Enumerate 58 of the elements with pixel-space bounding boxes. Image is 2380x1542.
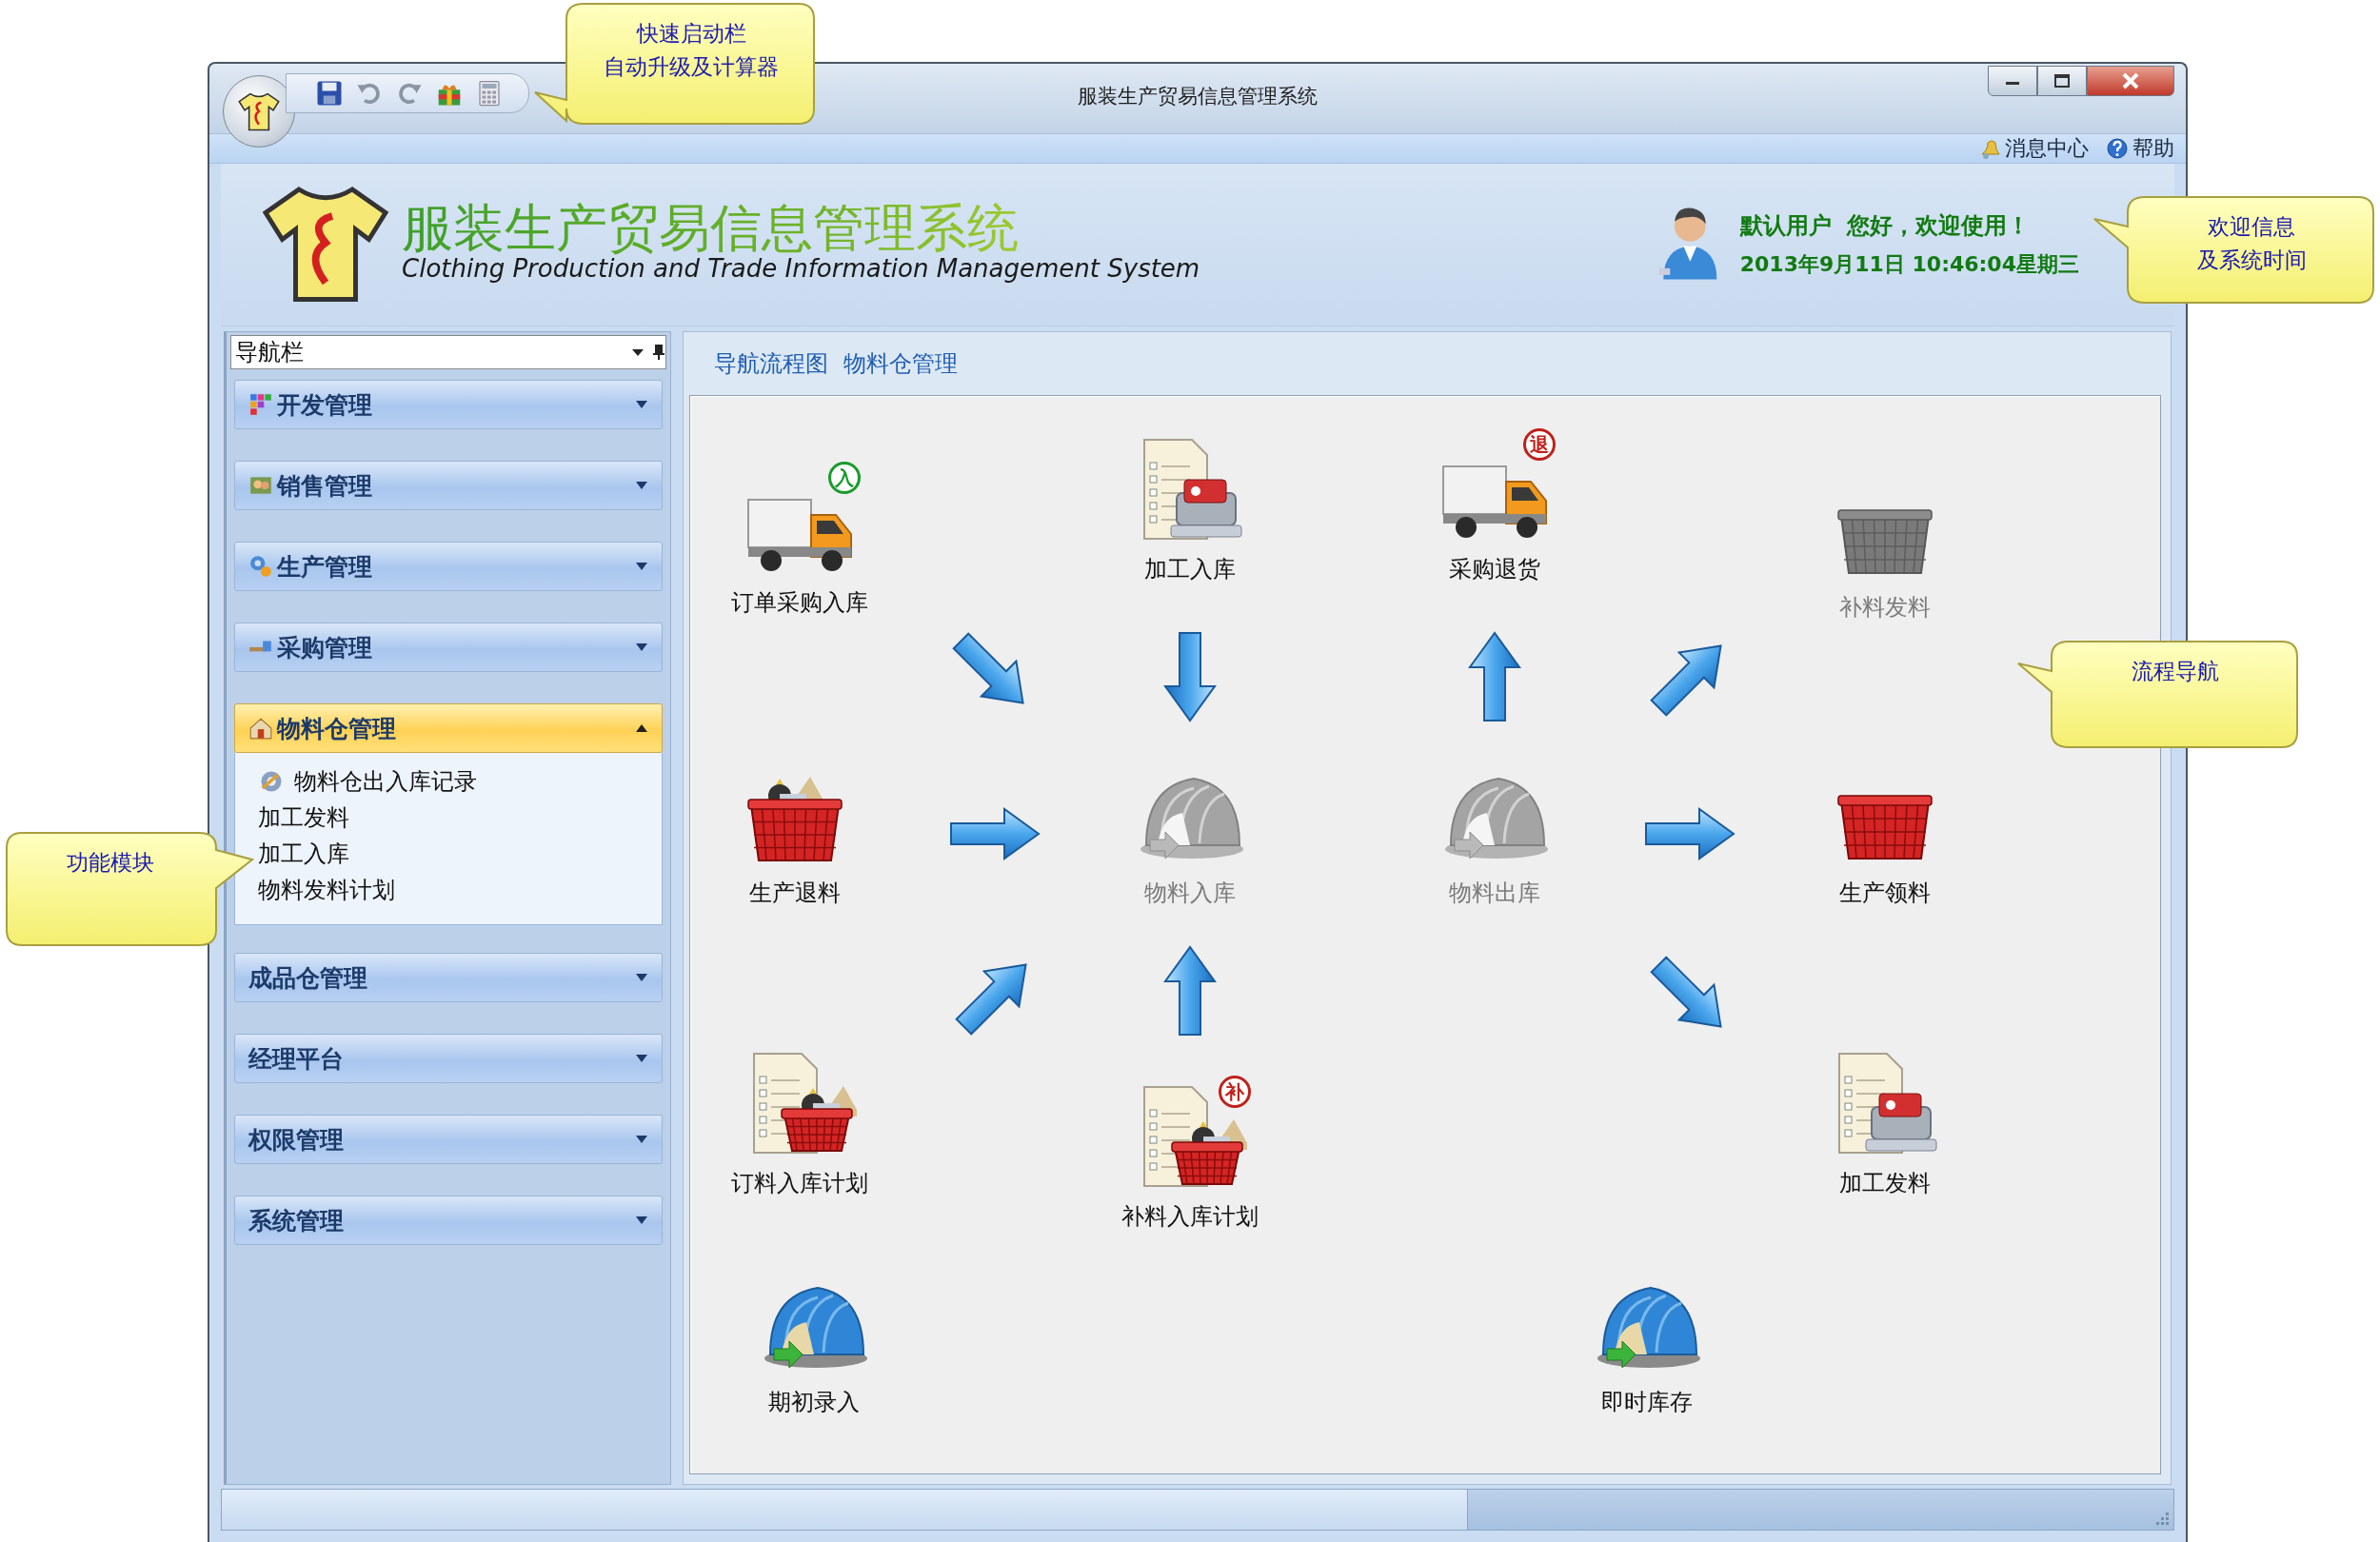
callout-bubble: 快速启动栏 自动升级及计算器 bbox=[533, 2, 816, 126]
nav-item[interactable]: 物料发料计划 bbox=[258, 875, 395, 905]
flow-node-label[interactable]: 期初录入 bbox=[768, 1387, 860, 1417]
help-icon bbox=[2106, 137, 2129, 160]
close-button[interactable] bbox=[2087, 66, 2174, 96]
menu-link[interactable]: 消息中心 bbox=[1978, 134, 2089, 163]
collapse-caret-icon bbox=[635, 723, 648, 733]
nav-item[interactable]: 物料仓出入库记录 bbox=[294, 766, 477, 797]
expand-caret-icon bbox=[635, 642, 648, 652]
badge: 入 bbox=[828, 462, 861, 494]
pin-icon[interactable] bbox=[652, 344, 665, 361]
window-title: 服装生产贸易信息管理系统 bbox=[1078, 85, 1318, 108]
system-datetime: 2013年9月11日 10:46:04星期三 bbox=[1739, 251, 2079, 278]
nav-group-header[interactable]: 销售管理 bbox=[234, 461, 663, 510]
expand-caret-icon bbox=[635, 1054, 648, 1063]
flow-node-label[interactable]: 即时库存 bbox=[1601, 1387, 1693, 1417]
module-icon bbox=[248, 392, 273, 417]
dropdown-caret-icon[interactable] bbox=[631, 347, 645, 357]
maximize-icon bbox=[2053, 73, 2071, 89]
breadcrumb-link[interactable]: 导航流程图 bbox=[714, 348, 828, 379]
callout-bubble: 功能模块 bbox=[5, 831, 254, 947]
menu-link[interactable]: 帮助 bbox=[2106, 134, 2174, 163]
flow-node-label[interactable]: 订单采购入库 bbox=[731, 587, 868, 618]
flow-node-label[interactable]: 加工发料 bbox=[1839, 1168, 1931, 1198]
minimize-button[interactable] bbox=[1988, 66, 2037, 96]
breadcrumb-link[interactable]: 物料仓管理 bbox=[843, 348, 958, 379]
nav-group-header[interactable]: 开发管理 bbox=[234, 380, 663, 429]
expand-caret-icon bbox=[635, 1135, 648, 1144]
module-icon bbox=[248, 554, 273, 579]
nav-item[interactable]: 加工发料 bbox=[258, 802, 349, 833]
expand-caret-icon bbox=[635, 973, 648, 982]
nav-group-header[interactable]: 系统管理 bbox=[234, 1196, 663, 1245]
badge: 补 bbox=[1219, 1076, 1251, 1108]
badge: 退 bbox=[1523, 428, 1556, 461]
nav-group-header[interactable]: 经理平台 bbox=[234, 1034, 663, 1083]
nav-group-header[interactable]: 生产管理 bbox=[234, 542, 663, 591]
expand-caret-icon bbox=[635, 481, 648, 490]
expand-caret-icon bbox=[635, 1216, 648, 1225]
nav-group-header[interactable]: 权限管理 bbox=[234, 1115, 663, 1164]
module-icon bbox=[248, 716, 273, 741]
resize-grip-icon bbox=[2156, 1512, 2170, 1526]
close-icon bbox=[2121, 71, 2140, 90]
nav-group-header[interactable]: 采购管理 bbox=[234, 623, 663, 672]
expand-caret-icon bbox=[635, 562, 648, 571]
maximize-button[interactable] bbox=[2037, 66, 2087, 96]
flow-node-label[interactable]: 生产领料 bbox=[1839, 878, 1931, 908]
save-icon[interactable] bbox=[315, 79, 344, 108]
flow-node-label[interactable]: 生产退料 bbox=[749, 878, 841, 908]
flow-node-label[interactable]: 订料入库计划 bbox=[731, 1168, 868, 1198]
expand-caret-icon bbox=[635, 400, 648, 409]
nav-group-header[interactable]: 成品仓管理 bbox=[234, 953, 663, 1002]
flow-node-label[interactable]: 补料入库计划 bbox=[1121, 1201, 1259, 1232]
welcome-message: 默认用户 您好，欢迎使用！ bbox=[1739, 211, 2032, 241]
flow-node-label[interactable]: 加工入库 bbox=[1144, 554, 1236, 584]
nav-group-header[interactable]: 物料仓管理 bbox=[234, 703, 663, 753]
flow-node-label[interactable]: 采购退货 bbox=[1449, 554, 1540, 584]
nav-item[interactable]: 加工入库 bbox=[258, 839, 349, 869]
panel-title: 导航栏 bbox=[235, 338, 304, 367]
